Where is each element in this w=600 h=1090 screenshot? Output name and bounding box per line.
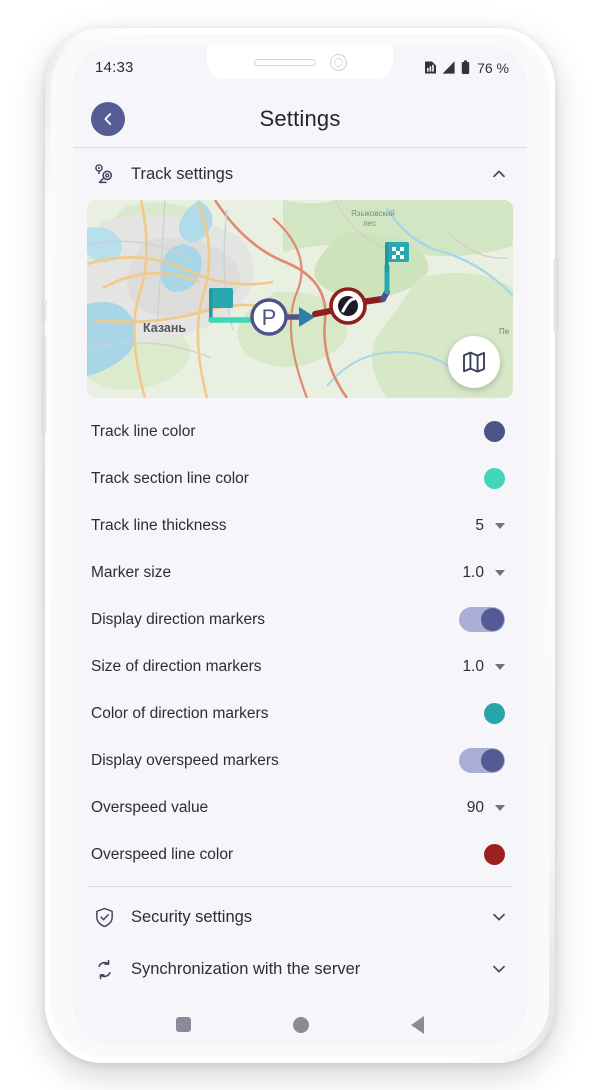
android-nav-bar: [73, 1004, 527, 1045]
row-track-section-line-color[interactable]: Track section line color: [75, 455, 525, 502]
sync-arrows-icon: [91, 956, 117, 982]
volume-down-button[interactable]: [42, 336, 47, 434]
select-size-of-direction-markers[interactable]: 1.0: [462, 658, 505, 676]
select-value: 90: [466, 798, 484, 816]
row-label: Color of direction markers: [91, 704, 269, 722]
row-size-of-direction-markers[interactable]: Size of direction markers 1.0: [75, 643, 525, 690]
select-value: 1.0: [462, 563, 484, 581]
row-label: Size of direction markers: [91, 657, 262, 675]
speedometer-marker: [329, 287, 367, 325]
row-label: Track line thickness: [91, 516, 227, 534]
toggle-display-overspeed-markers[interactable]: [459, 748, 505, 773]
row-label: Display overspeed markers: [91, 751, 279, 769]
toggle-knob: [481, 749, 504, 772]
select-track-line-thickness[interactable]: 5: [475, 517, 505, 535]
row-overspeed-value[interactable]: Overspeed value 90: [75, 784, 525, 831]
color-swatch-track-section-line[interactable]: [484, 468, 505, 489]
section-label-track-settings: Track settings: [131, 164, 234, 183]
section-header-track-settings[interactable]: Track settings: [73, 148, 527, 200]
screenshot-stage: 14:33 76 % Settings Track settings Языко…: [0, 0, 600, 1090]
map-edge-label: Пе: [499, 327, 510, 336]
triangle-back-icon[interactable]: [411, 1015, 424, 1034]
front-camera: [329, 53, 347, 71]
sim-signal-icon: [425, 61, 437, 74]
map-layer-button[interactable]: [448, 336, 500, 388]
row-label: Track section line color: [91, 469, 249, 487]
row-overspeed-line-color[interactable]: Overspeed line color: [75, 831, 525, 878]
earpiece-speaker: [253, 58, 316, 66]
status-bar: 14:33 76 %: [73, 45, 527, 90]
status-time: 14:33: [95, 59, 134, 76]
volume-up-button[interactable]: [42, 300, 47, 322]
chevron-up-icon[interactable]: [489, 164, 509, 184]
phone-screen: 14:33 76 % Settings Track settings Языко…: [73, 45, 527, 1045]
power-button[interactable]: [553, 258, 558, 332]
select-marker-size[interactable]: 1.0: [462, 564, 505, 582]
chevron-down-icon[interactable]: [489, 959, 509, 979]
circle-home-icon[interactable]: [293, 1016, 309, 1033]
square-recents-icon[interactable]: [176, 1017, 191, 1032]
track-settings-rows: Track line color Track section line colo…: [73, 408, 527, 878]
display-notch: [207, 45, 393, 79]
back-button[interactable]: [91, 101, 125, 136]
section-label-security-settings: Security settings: [131, 907, 253, 926]
chevron-down-icon[interactable]: [489, 907, 509, 927]
status-indicators: 76 %: [424, 60, 509, 76]
svg-text:P: P: [262, 305, 277, 330]
chevron-down-icon: [495, 569, 505, 576]
row-track-line-thickness[interactable]: Track line thickness 5: [75, 502, 525, 549]
row-track-line-color[interactable]: Track line color: [75, 408, 525, 455]
select-value: 1.0: [462, 657, 484, 675]
row-label: Track line color: [91, 422, 196, 440]
chevron-down-icon: [495, 663, 505, 670]
section-header-synchronization[interactable]: Synchronization with the server: [73, 943, 527, 995]
color-swatch-direction-markers[interactable]: [484, 703, 505, 724]
row-label: Marker size: [91, 563, 172, 581]
route-pins-icon: [91, 161, 117, 187]
cellular-signal-icon: [442, 61, 455, 74]
folded-map-icon: [463, 351, 485, 373]
map-preview[interactable]: Языковский лес Казань Пе P: [87, 200, 513, 398]
map-city-label: Казань: [143, 321, 186, 335]
select-overspeed-value[interactable]: 90: [467, 799, 505, 817]
app-header: Settings: [73, 90, 527, 148]
svg-text:лес: лес: [363, 219, 376, 228]
row-display-direction-markers[interactable]: Display direction markers: [75, 596, 525, 643]
section-divider: [87, 886, 513, 887]
settings-content[interactable]: Track settings Языковский лес Казань Пе …: [73, 148, 527, 1004]
toggle-display-direction-markers[interactable]: [459, 607, 505, 632]
parking-marker: P: [250, 298, 288, 336]
color-swatch-track-line[interactable]: [484, 421, 505, 442]
select-value: 5: [475, 516, 484, 534]
row-marker-size[interactable]: Marker size 1.0: [75, 549, 525, 596]
color-swatch-overspeed-line[interactable]: [484, 844, 505, 865]
chevron-left-icon: [104, 112, 112, 125]
row-color-of-direction-markers[interactable]: Color of direction markers: [75, 690, 525, 737]
chevron-down-icon: [495, 804, 505, 811]
section-header-security-settings[interactable]: Security settings: [73, 891, 527, 943]
map-forest-label: Языковский: [351, 209, 395, 218]
section-label-synchronization: Synchronization with the server: [131, 959, 361, 978]
chevron-down-icon: [495, 522, 505, 529]
toggle-knob: [481, 608, 504, 631]
row-label: Display direction markers: [91, 610, 265, 628]
row-label: Overspeed line color: [91, 845, 234, 863]
shield-check-icon: [91, 904, 117, 930]
battery-icon: [461, 60, 470, 74]
battery-percent: 76 %: [477, 59, 509, 76]
page-title: Settings: [259, 105, 341, 131]
row-label: Overspeed value: [91, 798, 209, 816]
row-display-overspeed-markers[interactable]: Display overspeed markers: [75, 737, 525, 784]
